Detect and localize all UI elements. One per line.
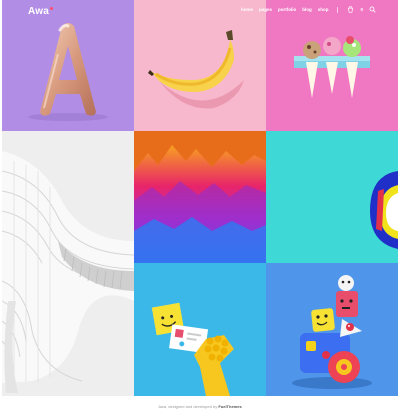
nav-divider — [337, 6, 339, 13]
nav-home[interactable]: home — [241, 7, 253, 12]
cart-count: 0 — [360, 7, 363, 12]
logo-text: Awa — [28, 6, 49, 17]
logo-dot — [49, 7, 53, 10]
portfolio-item-hand-card[interactable] — [134, 263, 266, 396]
nav-portfolio[interactable]: portfolio — [278, 7, 296, 12]
search-icon[interactable] — [369, 6, 376, 13]
sneaker-icon — [266, 131, 398, 263]
nav-shop[interactable]: shop — [318, 7, 329, 12]
main-nav: home pages portfolio blog shop 0 — [241, 6, 376, 13]
nav-blog[interactable]: blog — [302, 7, 312, 12]
portfolio-page: Awa home pages portfolio blog shop 0 Awa… — [0, 0, 400, 420]
portfolio-item-toy-robot[interactable] — [266, 263, 398, 396]
gradient-mountains-icon — [134, 131, 266, 263]
portfolio-item-sneaker[interactable] — [266, 131, 398, 263]
portfolio-item-gradient-peaks[interactable] — [134, 131, 266, 263]
yellow-hand-card-icon — [134, 263, 266, 396]
site-footer: Awa, designed and developed by FuelTheme… — [0, 404, 400, 409]
cart-icon[interactable] — [347, 6, 354, 13]
site-header: Awa home pages portfolio blog shop 0 — [0, 0, 400, 24]
footer-credit-text: Awa, designed and developed by — [158, 404, 218, 409]
white-building-icon — [2, 131, 134, 396]
nav-pages[interactable]: pages — [259, 7, 272, 12]
portfolio-item-architecture[interactable] — [2, 131, 134, 396]
toy-robot-stack-icon — [266, 263, 398, 396]
site-logo[interactable]: Awa — [28, 6, 53, 17]
footer-brand-link[interactable]: FuelThemes — [218, 404, 241, 409]
